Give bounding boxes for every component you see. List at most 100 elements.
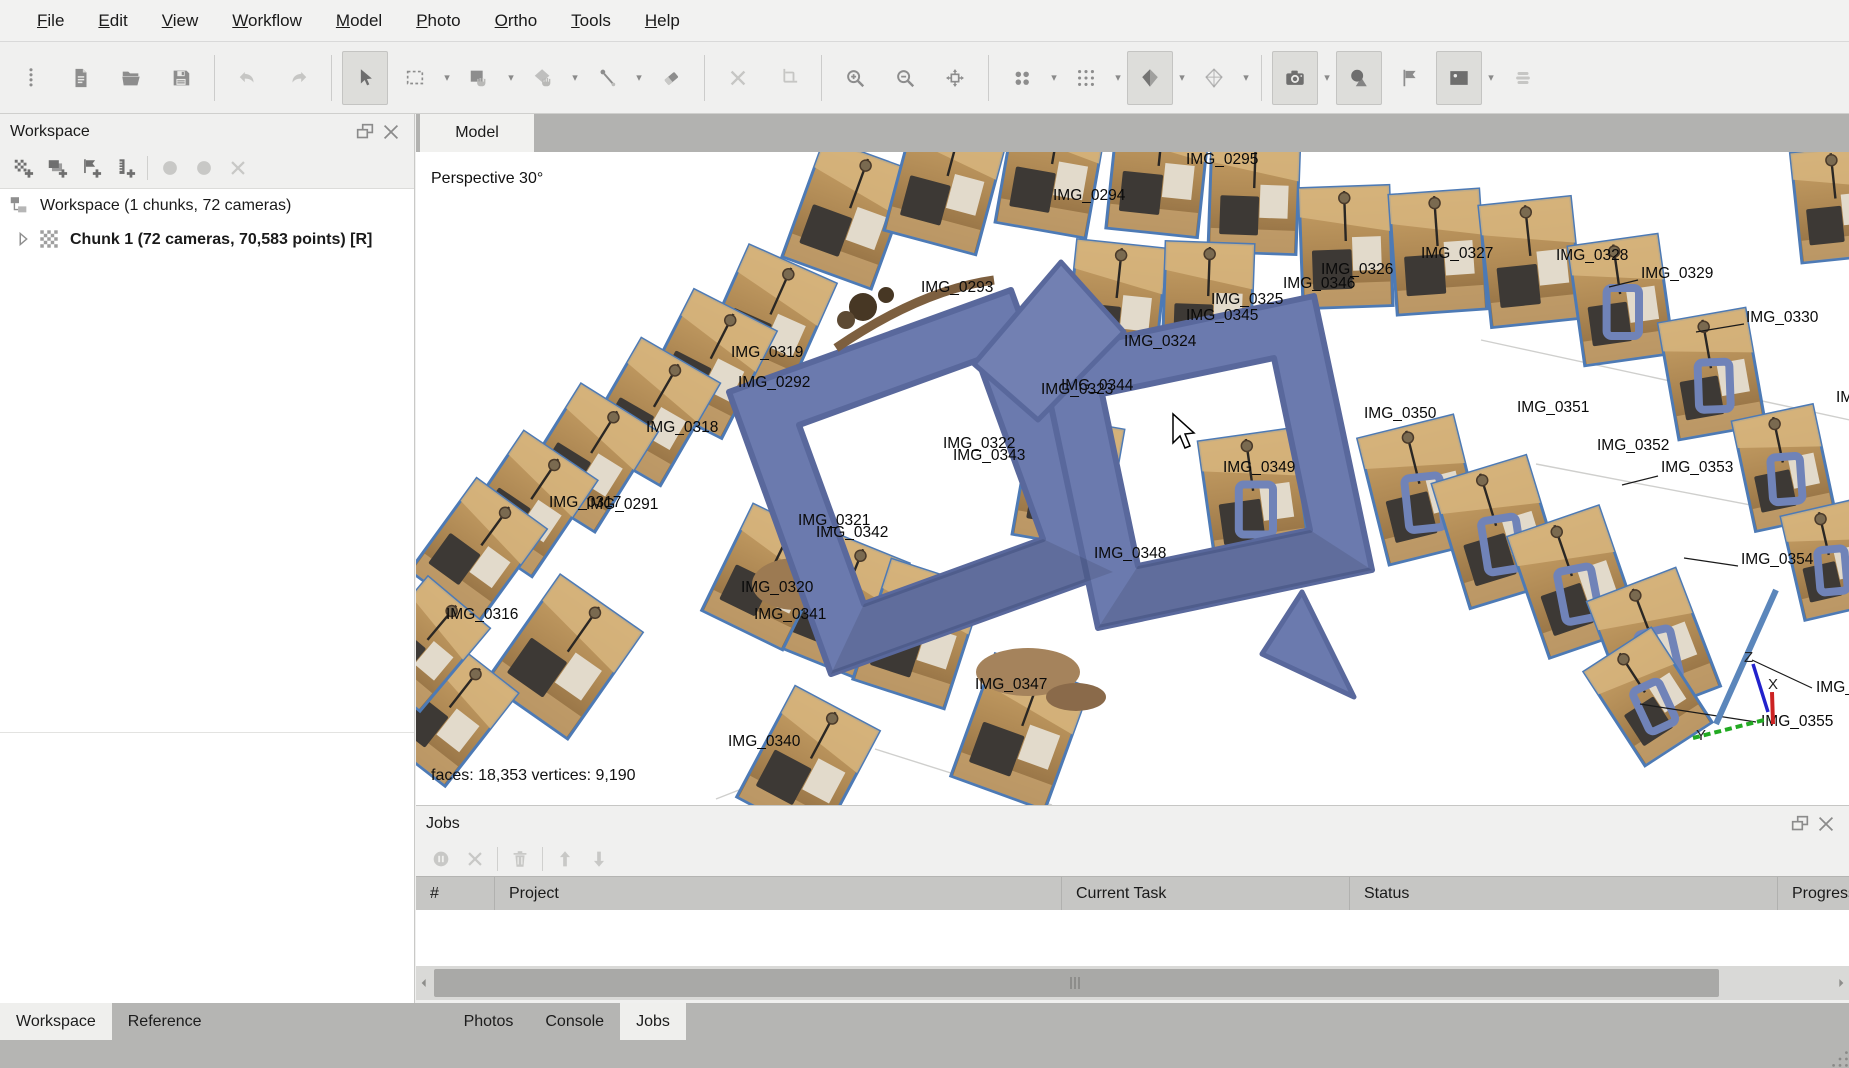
scrollbar-track[interactable] xyxy=(416,966,1849,1000)
undo-button[interactable] xyxy=(225,51,271,105)
dropdown-arrow-icon[interactable]: ▾ xyxy=(1175,52,1189,104)
menu-item-edit[interactable]: Edit xyxy=(81,0,144,42)
jobs-column-progress[interactable]: Progress xyxy=(1777,877,1849,911)
menu-item-model[interactable]: Model xyxy=(319,0,399,42)
metashape-window: FileEditViewWorkflowModelPhotoOrthoTools… xyxy=(0,0,1849,1068)
camera-thumbnail[interactable] xyxy=(486,575,642,739)
dropdown-arrow-icon[interactable]: ▾ xyxy=(632,52,646,104)
move-down-icon xyxy=(588,848,610,870)
jobs-column-currenttask[interactable]: Current Task xyxy=(1061,877,1349,911)
expander-icon[interactable] xyxy=(12,228,30,252)
disable-item-button[interactable] xyxy=(187,153,221,183)
delete-job-button[interactable] xyxy=(503,844,537,874)
ruler-button[interactable] xyxy=(584,51,630,105)
toolbar-separator xyxy=(704,55,705,101)
add-chunk-button[interactable] xyxy=(6,153,40,183)
resize-grip-icon[interactable] xyxy=(1829,1048,1845,1064)
camera-label: IMG_ xyxy=(1816,679,1849,696)
rotate-object-button[interactable] xyxy=(520,51,566,105)
fit-view-button[interactable] xyxy=(932,51,978,105)
close-panel-button[interactable] xyxy=(378,120,404,144)
jobs-table-header: #ProjectCurrent TaskStatusProgress xyxy=(416,876,1849,911)
tie-points-button[interactable] xyxy=(1063,51,1109,105)
scrollbar-thumb[interactable] xyxy=(434,969,1719,997)
model-viewport[interactable]: IMG_0295IMG_0294IMG_0293IMG_0319IMG_0292… xyxy=(416,152,1849,805)
rectangle-selection-button[interactable] xyxy=(392,51,438,105)
bottom-tab-console[interactable]: Console xyxy=(529,1003,620,1040)
tree-item[interactable]: Chunk 1 (72 cameras, 70,583 points) [R] xyxy=(0,223,414,257)
zoom-out-button[interactable] xyxy=(882,51,928,105)
remove-item-button[interactable] xyxy=(221,153,255,183)
dropdown-arrow-icon[interactable]: ▾ xyxy=(1111,52,1125,104)
camera-thumbnail[interactable] xyxy=(884,152,1008,255)
jobs-column-status[interactable]: Status xyxy=(1349,877,1777,911)
menu-item-workflow[interactable]: Workflow xyxy=(215,0,319,42)
menu-item-tools[interactable]: Tools xyxy=(554,0,628,42)
jobs-table-body xyxy=(416,910,1849,966)
bottom-tab-jobs[interactable]: Jobs xyxy=(620,1003,686,1040)
move-up-icon xyxy=(554,848,576,870)
select-arrow-button[interactable] xyxy=(342,51,388,105)
camera-thumbnail[interactable] xyxy=(1790,152,1849,263)
cancel-job-button[interactable] xyxy=(458,844,492,874)
tab-model[interactable]: Model xyxy=(420,114,534,152)
scroll-left-icon[interactable] xyxy=(416,966,432,1000)
model-3d-scene[interactable]: IMG_0295IMG_0294IMG_0293IMG_0319IMG_0292… xyxy=(416,152,1849,805)
workspace-root-icon xyxy=(8,194,32,218)
menu-item-view[interactable]: View xyxy=(145,0,216,42)
zoom-in-button[interactable] xyxy=(832,51,878,105)
menu-item-photo[interactable]: Photo xyxy=(399,0,477,42)
scroll-right-icon[interactable] xyxy=(1833,966,1849,1000)
open-folder-button[interactable] xyxy=(108,51,154,105)
mesh-shaded-button[interactable] xyxy=(1127,51,1173,105)
menu-item-file[interactable]: File xyxy=(20,0,81,42)
navigation-image-button[interactable] xyxy=(456,51,502,105)
add-scalebar-button[interactable] xyxy=(108,153,142,183)
jobs-panel-titlebar[interactable]: Jobs xyxy=(416,806,1849,842)
dropdown-arrow-icon[interactable]: ▾ xyxy=(504,52,518,104)
point-cloud-button[interactable] xyxy=(999,51,1045,105)
tree-item[interactable]: Workspace (1 chunks, 72 cameras) xyxy=(0,189,414,223)
show-cameras-button[interactable] xyxy=(1272,51,1318,105)
pause-job-button[interactable] xyxy=(424,844,458,874)
show-shapes-icon xyxy=(1348,67,1370,89)
camera-label: IMG_0352 xyxy=(1597,437,1669,454)
crop-selection-button[interactable] xyxy=(765,51,811,105)
bottom-tab-gap xyxy=(218,1003,448,1040)
zoom-out-icon xyxy=(894,67,916,89)
add-photos-button[interactable] xyxy=(40,153,74,183)
dropdown-arrow-icon[interactable]: ▾ xyxy=(568,52,582,104)
workspace-panel-titlebar[interactable]: Workspace xyxy=(0,114,414,150)
dropdown-arrow-icon[interactable]: ▾ xyxy=(1239,52,1253,104)
save-button[interactable] xyxy=(158,51,204,105)
move-up-button[interactable] xyxy=(548,844,582,874)
add-marker-button[interactable] xyxy=(74,153,108,183)
dropdown-arrow-icon[interactable]: ▾ xyxy=(1484,52,1498,104)
new-document-button[interactable] xyxy=(58,51,104,105)
jobs-column-[interactable]: # xyxy=(416,877,494,911)
delete-selection-button[interactable] xyxy=(715,51,761,105)
close-panel-button[interactable] xyxy=(1813,812,1839,836)
show-markers-button[interactable] xyxy=(1386,51,1432,105)
show-texture-button[interactable] xyxy=(1436,51,1482,105)
bottom-tab-reference[interactable]: Reference xyxy=(112,1003,218,1040)
layers-button[interactable] xyxy=(1500,51,1546,105)
eraser-button[interactable] xyxy=(648,51,694,105)
jobs-column-project[interactable]: Project xyxy=(494,877,1061,911)
dropdown-arrow-icon[interactable]: ▾ xyxy=(1047,52,1061,104)
menu-item-ortho[interactable]: Ortho xyxy=(478,0,555,42)
move-down-button[interactable] xyxy=(582,844,616,874)
enable-item-button[interactable] xyxy=(153,153,187,183)
redo-button[interactable] xyxy=(275,51,321,105)
show-shapes-button[interactable] xyxy=(1336,51,1382,105)
bottom-tab-workspace[interactable]: Workspace xyxy=(0,1003,112,1040)
float-panel-button[interactable] xyxy=(352,120,378,144)
camera-label: IMG_0294 xyxy=(1053,187,1126,204)
dropdown-arrow-icon[interactable]: ▾ xyxy=(1320,52,1334,104)
mesh-wireframe-button[interactable] xyxy=(1191,51,1237,105)
dropdown-arrow-icon[interactable]: ▾ xyxy=(440,52,454,104)
camera-label: IMG_0341 xyxy=(754,606,826,623)
menu-item-help[interactable]: Help xyxy=(628,0,697,42)
float-panel-button[interactable] xyxy=(1787,812,1813,836)
bottom-tab-photos[interactable]: Photos xyxy=(448,1003,530,1040)
